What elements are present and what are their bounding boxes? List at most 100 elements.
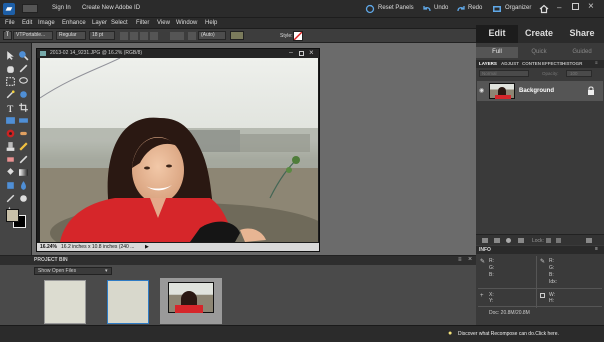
document-minimize-button[interactable]: –: [289, 49, 293, 56]
menu-file[interactable]: File: [5, 20, 15, 26]
organizer-icon[interactable]: [492, 4, 502, 14]
underline-button[interactable]: [140, 32, 148, 40]
status-arrow-icon[interactable]: ▶: [145, 243, 149, 251]
font-family-select[interactable]: VTPortable...: [13, 31, 53, 40]
organizer-button[interactable]: Organizer: [505, 5, 531, 11]
font-style-select[interactable]: Regular: [56, 31, 86, 40]
strikethrough-button[interactable]: [150, 32, 158, 40]
redo-icon[interactable]: [456, 4, 466, 14]
bin-thumbnail[interactable]: [44, 280, 86, 324]
document-window[interactable]: 2013-02 14_9231.JPG @ 16.2% (RGB/8) – ×: [36, 48, 320, 252]
layers-footer: Lock:: [476, 234, 604, 245]
tab-share[interactable]: Share: [560, 28, 604, 39]
italic-button[interactable]: [130, 32, 138, 40]
panel-menu-icon[interactable]: ≡: [595, 60, 598, 65]
tab-content[interactable]: CONTEN: [522, 61, 541, 66]
tab-adjustments[interactable]: ADJUST: [501, 61, 519, 66]
marquee-tool-icon[interactable]: [5, 76, 16, 87]
maximize-button[interactable]: [572, 3, 579, 10]
menu-image[interactable]: Image: [38, 20, 55, 26]
style-swatch[interactable]: [293, 31, 303, 41]
straighten-tool-icon[interactable]: [18, 115, 29, 126]
zoom-tool-icon[interactable]: [18, 50, 29, 61]
menu-select[interactable]: Select: [111, 20, 128, 26]
document-close-button[interactable]: ×: [309, 48, 314, 57]
bin-thumbnail[interactable]: [107, 280, 149, 324]
layer-name[interactable]: Background: [519, 88, 554, 94]
undo-button[interactable]: Undo: [434, 5, 448, 11]
eye-icon[interactable]: ◉: [479, 87, 484, 94]
gradient-tool-icon[interactable]: [18, 167, 29, 178]
sponge-tool-icon[interactable]: [5, 193, 16, 204]
opacity-field[interactable]: 100: [566, 70, 592, 77]
tab-histogram[interactable]: HISTOGR: [562, 61, 582, 66]
leading-select[interactable]: (Auto): [198, 31, 226, 40]
clone-stamp-tool-icon[interactable]: [5, 141, 16, 152]
blend-mode-select[interactable]: Normal: [479, 70, 529, 77]
paint-bucket-tool-icon[interactable]: [5, 167, 16, 178]
create-adobe-id-link[interactable]: Create New Adobe ID: [82, 5, 140, 11]
quick-selection-tool-icon[interactable]: [18, 89, 29, 100]
lasso-tool-icon[interactable]: [18, 76, 29, 87]
menu-edit[interactable]: Edit: [22, 20, 32, 26]
mask-icon[interactable]: [518, 238, 524, 243]
document-title[interactable]: 2013-02 14_9231.JPG @ 16.2% (RGB/8): [37, 49, 319, 58]
bin-menu-icon[interactable]: ≡: [458, 257, 462, 263]
tab-create[interactable]: Create: [518, 28, 560, 39]
menu-help[interactable]: Help: [205, 20, 217, 26]
menu-enhance[interactable]: Enhance: [62, 20, 86, 26]
red-eye-tool-icon[interactable]: [5, 128, 16, 139]
reset-panels-button[interactable]: Reset Panels: [378, 5, 414, 11]
brush-tool-icon[interactable]: [18, 154, 29, 165]
hand-tool-icon[interactable]: [5, 63, 16, 74]
reset-panels-icon[interactable]: [365, 4, 375, 14]
menu-view[interactable]: View: [157, 20, 170, 26]
magic-wand-tool-icon[interactable]: [5, 89, 16, 100]
document-photo[interactable]: [40, 58, 318, 242]
menu-window[interactable]: Window: [176, 20, 197, 26]
eraser-tool-icon[interactable]: [5, 154, 16, 165]
recompose-tool-icon[interactable]: [5, 115, 16, 126]
bin-close-icon[interactable]: ×: [468, 256, 472, 263]
healing-brush-tool-icon[interactable]: [18, 128, 29, 139]
new-group-icon[interactable]: [494, 238, 500, 243]
pencil-tool-icon[interactable]: [18, 141, 29, 152]
lock-pixels-icon[interactable]: [546, 238, 551, 243]
delete-layer-icon[interactable]: [586, 238, 592, 243]
adjustment-layer-icon[interactable]: [506, 238, 511, 243]
text-color-swatch[interactable]: [230, 31, 244, 40]
bold-button[interactable]: [120, 32, 128, 40]
minimize-button[interactable]: –: [557, 3, 561, 12]
foreground-color-swatch-front[interactable]: [6, 209, 19, 222]
custom-shape-tool-icon[interactable]: [18, 193, 29, 204]
lock-all-icon[interactable]: [556, 238, 561, 243]
redo-button[interactable]: Redo: [468, 5, 482, 11]
tab-layers[interactable]: LAYERS: [479, 61, 497, 66]
bin-thumbnail-selected[interactable]: [160, 278, 222, 324]
align-button[interactable]: [170, 32, 184, 40]
document-maximize-button[interactable]: [299, 51, 304, 56]
crop-tool-icon[interactable]: [18, 102, 29, 113]
horizontal-type-tool-icon[interactable]: T: [5, 102, 16, 113]
bin-show-select[interactable]: Show Open Files ▾: [34, 267, 112, 275]
menu-filter[interactable]: Filter: [136, 20, 149, 26]
blur-tool-icon[interactable]: [18, 180, 29, 191]
home-icon[interactable]: [539, 4, 549, 14]
tab-effects[interactable]: EFFECTS: [542, 61, 563, 66]
sign-in-link[interactable]: Sign In: [52, 5, 71, 11]
undo-icon[interactable]: [422, 4, 432, 14]
layer-row[interactable]: ◉ Background: [477, 81, 603, 101]
subtab-guided[interactable]: Guided: [560, 47, 604, 58]
close-button[interactable]: ×: [588, 1, 594, 12]
eyedropper-tool-icon[interactable]: [18, 63, 29, 74]
font-size-select[interactable]: 18 pt: [89, 31, 115, 40]
info-menu-icon[interactable]: ≡: [595, 246, 598, 252]
zoom-level[interactable]: 16.24%: [40, 243, 57, 251]
shape-tool-icon[interactable]: [5, 180, 16, 191]
recompose-tip-link[interactable]: Discover what Recompose can do.Click her…: [458, 331, 559, 337]
menu-layer[interactable]: Layer: [92, 20, 107, 26]
new-layer-icon[interactable]: [482, 238, 488, 243]
move-tool-icon[interactable]: [5, 50, 16, 61]
subtab-quick[interactable]: Quick: [518, 47, 560, 58]
screen-mode-button[interactable]: [22, 4, 38, 13]
